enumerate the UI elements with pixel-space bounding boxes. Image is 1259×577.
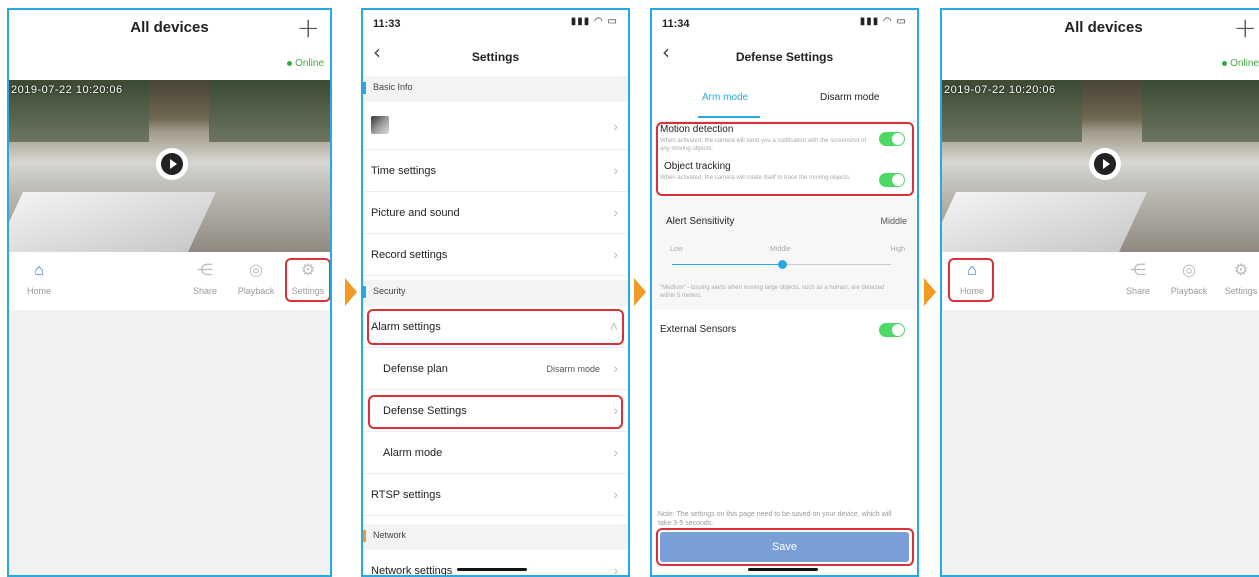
page-title: All devices (130, 19, 209, 36)
playback-icon: ◎ (1182, 262, 1196, 279)
playback-icon: ◎ (249, 262, 263, 279)
chevron-right-icon: › (613, 360, 618, 376)
external-sensors-label: External Sensors (660, 324, 737, 335)
status-badge: Online (287, 58, 324, 69)
device-thumbnail-row[interactable]: › (363, 102, 628, 150)
external-sensors-row: External Sensors (652, 310, 917, 350)
time-settings-row[interactable]: Time settings › (363, 150, 628, 192)
home-indicator (457, 568, 527, 571)
tab-bar: ⌂ Home ⋲ Share ◎ Playback ⚙ Settings (9, 252, 330, 310)
slider-fill (672, 264, 782, 265)
sensitivity-value: Middle (880, 216, 907, 226)
tab-share[interactable]: ⋲ Share (1120, 262, 1156, 296)
play-button[interactable] (156, 148, 188, 180)
sensitivity-low: Low (670, 246, 683, 253)
defense-settings-screen: 11:34 ▮▮▮ ◠ ▭ ‹ Defense Settings Arm mod… (650, 8, 919, 577)
tab-arm-mode[interactable]: Arm mode (702, 92, 748, 103)
defense-plan-value: Disarm mode (546, 364, 600, 374)
section-basic-info: Basic Info (363, 76, 628, 102)
page-title: Defense Settings (735, 50, 834, 64)
play-button[interactable] (1089, 148, 1121, 180)
flow-arrow-3 (924, 278, 936, 306)
device-thumbnail (371, 116, 389, 134)
camera-feed[interactable]: 2019-07-22 10:20:06 (9, 80, 330, 252)
home-indicator (748, 568, 818, 571)
save-highlight (656, 528, 914, 566)
home-screen-return: All devices + Online 2019-07-22 10:20:06… (940, 8, 1259, 577)
video-timestamp: 2019-07-22 10:20:06 (944, 84, 1056, 96)
home-screen: All devices + Online 2019-07-22 10:20:06… (7, 8, 332, 577)
active-tab-indicator (698, 116, 760, 118)
video-timestamp: 2019-07-22 10:20:06 (11, 84, 123, 96)
status-time: 11:33 (373, 18, 401, 30)
gear-icon: ⚙ (1233, 262, 1249, 279)
record-settings-row[interactable]: Record settings › (363, 234, 628, 276)
chevron-right-icon: › (613, 162, 618, 178)
alarm-settings-highlight (367, 309, 624, 345)
signal-wifi-battery-icon: ▮▮▮ ◠ ▭ (570, 16, 618, 27)
chevron-right-icon: › (613, 118, 618, 134)
sensitivity-label: Alert Sensitivity (666, 216, 735, 227)
flow-arrow-2 (634, 278, 646, 306)
slider-thumb[interactable] (777, 260, 787, 269)
sensitivity-middle: Middle (770, 246, 791, 253)
toggles-highlight (656, 122, 914, 196)
share-icon: ⋲ (1130, 262, 1146, 279)
section-security: Security (363, 280, 628, 306)
empty-area (9, 310, 330, 575)
camera-feed[interactable]: 2019-07-22 10:20:06 (942, 80, 1259, 252)
status-time: 11:34 (662, 18, 690, 30)
tab-disarm-mode[interactable]: Disarm mode (820, 92, 879, 103)
chevron-right-icon: › (613, 486, 618, 502)
section-network: Network (363, 524, 628, 550)
tab-settings[interactable]: ⚙ Settings (1220, 262, 1259, 296)
picture-sound-row[interactable]: Picture and sound › (363, 192, 628, 234)
sensitivity-slider[interactable] (672, 260, 891, 269)
empty-area (942, 310, 1259, 575)
page-title: All devices (1064, 19, 1143, 36)
tab-share[interactable]: ⋲ Share (187, 262, 223, 296)
alarm-mode-row[interactable]: Alarm mode › (363, 432, 628, 474)
chevron-right-icon: › (613, 246, 618, 262)
defense-plan-row[interactable]: Defense plan Disarm mode › (363, 348, 628, 390)
home-icon: ⌂ (34, 262, 44, 279)
share-icon: ⋲ (197, 262, 213, 279)
tab-playback[interactable]: ◎ Playback (1166, 262, 1212, 296)
rtsp-settings-row[interactable]: RTSP settings › (363, 474, 628, 516)
settings-screen: 11:33 ▮▮▮ ◠ ▭ ‹ Settings Basic Info › Ti… (361, 8, 630, 577)
sensitivity-note: "Medium" - issuing alerts when moving la… (660, 285, 885, 299)
settings-highlight (285, 258, 330, 302)
sensitivity-high: High (890, 246, 905, 253)
external-sensors-toggle[interactable] (879, 323, 905, 337)
header: All devices + (9, 10, 330, 50)
signal-wifi-battery-icon: ▮▮▮ ◠ ▭ (859, 16, 907, 27)
home-highlight (948, 258, 994, 302)
mode-tabs: Arm mode Disarm mode (652, 82, 917, 122)
save-note: Note: The settings on this page need to … (658, 511, 892, 527)
chevron-right-icon: › (613, 562, 618, 577)
chevron-right-icon: › (613, 444, 618, 460)
add-device-icon[interactable]: + (297, 14, 320, 42)
defense-settings-highlight (368, 395, 623, 429)
tab-home[interactable]: ⌂ Home (19, 262, 59, 296)
add-device-icon[interactable]: + (1234, 14, 1257, 42)
network-settings-row[interactable]: Network settings › (363, 550, 628, 577)
tab-playback[interactable]: ◎ Playback (233, 262, 279, 296)
chevron-right-icon: › (613, 204, 618, 220)
header: All devices + (942, 10, 1259, 50)
flow-arrow-1 (345, 278, 357, 306)
page-title: Settings (471, 50, 520, 64)
status-badge: Online (1222, 58, 1259, 69)
